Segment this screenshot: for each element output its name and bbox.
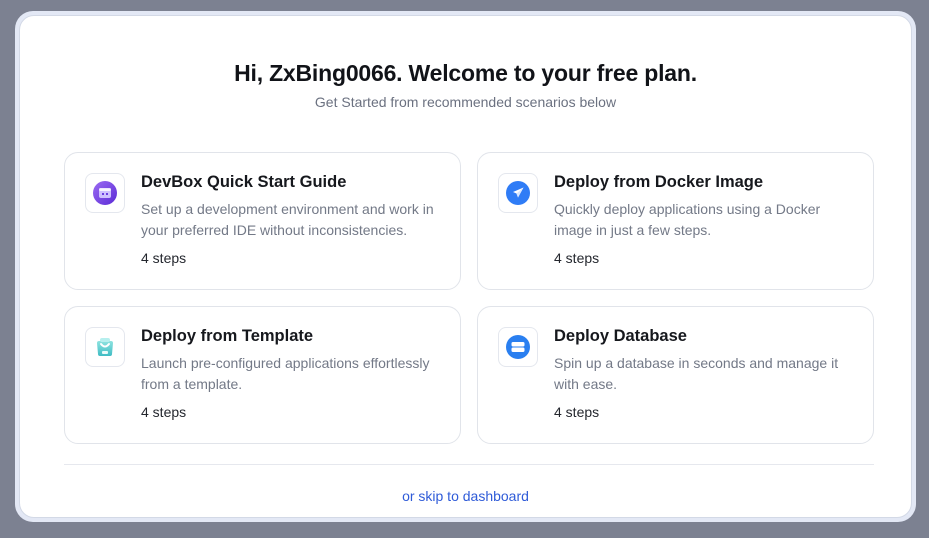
card-description: Set up a development environment and wor… (141, 201, 434, 238)
card-steps: 4 steps (554, 250, 600, 266)
page-subtitle: Get Started from recommended scenarios b… (314, 94, 617, 110)
card-deploy-docker-image[interactable]: Deploy from Docker Image Quickly deploy … (477, 152, 874, 290)
modal-frame: Hi, ZxBing0066. Welcome to your free pla… (15, 11, 916, 522)
card-title: Deploy from Template (141, 327, 314, 345)
devbox-icon (85, 173, 125, 213)
page-title: Hi, ZxBing0066. Welcome to your free pla… (234, 60, 697, 86)
watermark: 知乎 @嘿嘿不务正业 (650, 489, 893, 518)
card-description: Launch pre-configured applications effor… (141, 355, 430, 392)
card-description: Spin up a database in seconds and manage… (554, 355, 839, 392)
card-description: Quickly deploy applications using a Dock… (554, 201, 821, 238)
divider (64, 464, 874, 465)
card-devbox-quick-start[interactable]: DevBox Quick Start Guide Set up a develo… (64, 152, 461, 290)
card-steps: 4 steps (141, 250, 187, 266)
template-bag-icon (85, 327, 125, 367)
card-deploy-database[interactable]: Deploy Database Spin up a database in se… (477, 306, 874, 444)
database-icon (498, 327, 538, 367)
card-title: DevBox Quick Start Guide (141, 173, 347, 191)
card-steps: 4 steps (141, 404, 187, 420)
card-title: Deploy Database (554, 327, 687, 345)
card-title: Deploy from Docker Image (554, 173, 764, 191)
rocket-icon (498, 173, 538, 213)
card-steps: 4 steps (554, 404, 600, 420)
welcome-modal: Hi, ZxBing0066. Welcome to your free pla… (19, 15, 912, 518)
card-deploy-template[interactable]: Deploy from Template Launch pre-configur… (64, 306, 461, 444)
